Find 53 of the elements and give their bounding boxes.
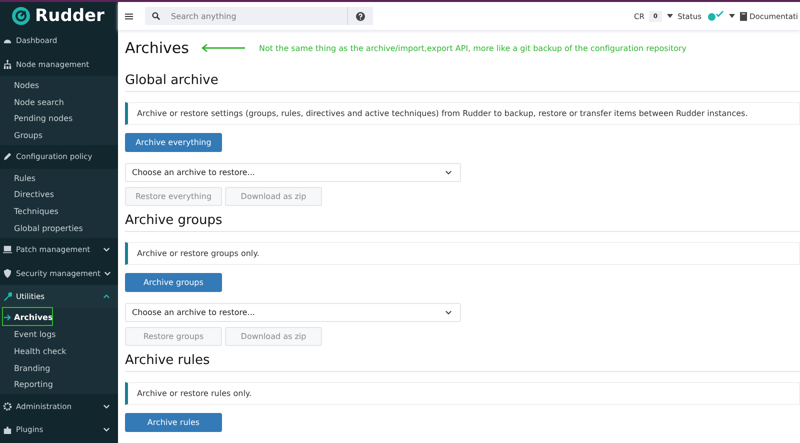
description-text: Archive or restore settings (groups, rules, directives and active techniques) from Rudder to backup, restore or transfer items between Rudder instances.: [137, 109, 748, 118]
sidebar-subitem[interactable]: Nodes: [0, 77, 118, 94]
sidebar-subitem[interactable]: Techniques: [0, 203, 118, 220]
pencil-icon: [3, 152, 12, 162]
gear-icon: [3, 402, 12, 411]
archive-select[interactable]: Choose an archive to restore...: [125, 163, 461, 182]
chevron-icon: [103, 247, 110, 252]
book-icon: [740, 12, 747, 20]
archive-select[interactable]: Choose an archive to restore...: [125, 303, 461, 322]
archive-button[interactable]: Archive groups: [125, 273, 222, 292]
section-heading: Archive groups: [125, 213, 800, 232]
sidebar-subitem[interactable]: Rules: [0, 170, 118, 186]
sidebar-subitem[interactable]: Node search: [0, 94, 118, 111]
caret-icon[interactable]: [666, 14, 673, 18]
chevron-icon: [445, 170, 452, 175]
archive-button[interactable]: Archive everything: [125, 133, 222, 152]
annotation-text: Not the same thing as the archive/import,export API, more like a git backup of the configuration repository: [258, 44, 687, 52]
sidebar-subitem[interactable]: Global properties: [0, 220, 118, 237]
sitemap-icon: [3, 60, 12, 69]
annotation-arrow: [200, 44, 245, 52]
wrench-icon: [3, 292, 12, 302]
chevron-icon: [103, 294, 110, 300]
search-icon: [152, 12, 160, 20]
sidebar-subitem[interactable]: Pending nodes: [0, 110, 118, 128]
archive-button[interactable]: Archive rules: [125, 413, 222, 432]
highlight-box: [2, 307, 53, 326]
search-field[interactable]: Search anything: [145, 7, 373, 25]
description-text: Archive or restore groups only.: [137, 249, 260, 258]
search-input[interactable]: Search anything: [169, 10, 338, 22]
arrow-icon: [4, 314, 11, 322]
section-heading: Global archive: [125, 73, 800, 92]
sidebar-subitem[interactable]: Branding: [0, 360, 118, 377]
page-title: Archives: [125, 39, 189, 57]
chevron-icon: [103, 404, 110, 409]
status-check-icon: [706, 10, 724, 22]
chevron-icon: [103, 427, 110, 432]
logo-icon: [12, 6, 30, 24]
sidebar-subitem[interactable]: Groups: [0, 127, 118, 144]
chevron-icon: [445, 310, 452, 315]
logo-text: Rudder: [35, 6, 104, 26]
chevron-icon: [104, 270, 112, 276]
sidebar-subitem[interactable]: Event logs: [0, 326, 118, 343]
caret-icon[interactable]: [728, 14, 735, 18]
sidebar-subitem[interactable]: Archives: [0, 309, 118, 326]
section-heading: Archive rules: [125, 353, 800, 372]
laptop-icon: [3, 245, 12, 254]
sidebar-subitem[interactable]: Reporting: [0, 376, 118, 394]
menu-icon[interactable]: [125, 12, 133, 20]
sidebar-subitem[interactable]: Health check: [0, 342, 118, 360]
help-icon[interactable]: [356, 12, 365, 20]
description-text: Archive or restore rules only.: [137, 389, 252, 398]
shield-icon: [3, 268, 12, 278]
sidebar-subitem[interactable]: Directives: [0, 186, 118, 204]
